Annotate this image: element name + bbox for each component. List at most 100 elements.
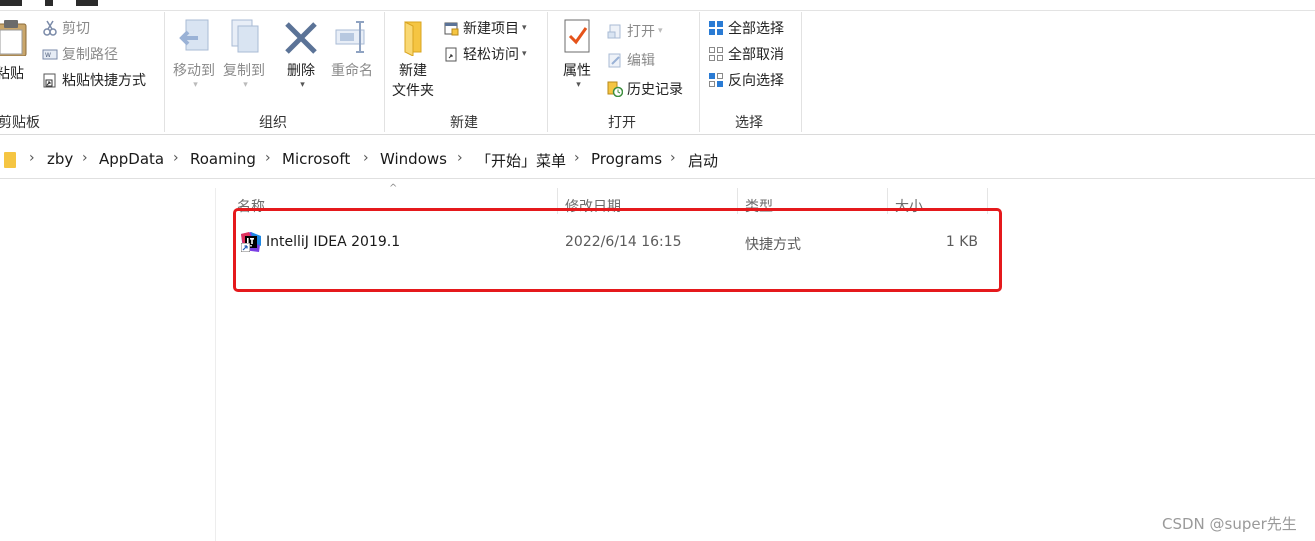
group-divider xyxy=(384,12,385,132)
rename-label: 重命名 xyxy=(331,63,373,79)
copy-path-button[interactable]: W 复制路径 xyxy=(42,43,118,65)
ribbon: 粘贴 剪切 W 复制路径 粘贴快捷方式 剪贴板 移动到 ▾ 复制到 ▾ 删除 ▾… xyxy=(0,0,1315,135)
paste-shortcut-button[interactable]: 粘贴快捷方式 xyxy=(42,69,146,91)
select-none-button[interactable]: 全部取消 xyxy=(708,43,784,65)
open-icon xyxy=(607,24,621,39)
new-item-icon xyxy=(444,22,459,36)
breadcrumb-separator: › xyxy=(173,150,179,166)
breadcrumb-start-menu[interactable]: 「开始」菜单 xyxy=(476,150,566,171)
properties-caret: ▾ xyxy=(576,80,581,90)
folder-icon xyxy=(4,152,16,168)
move-to-icon xyxy=(179,19,209,51)
new-item-caret: ▾ xyxy=(522,23,527,33)
copy-path-label: 复制路径 xyxy=(62,47,118,63)
edit-label: 编辑 xyxy=(627,53,655,69)
select-none-icon xyxy=(709,47,723,61)
breadcrumb-separator: › xyxy=(670,150,676,166)
watermark: CSDN @super先生 xyxy=(1162,515,1297,533)
breadcrumb-windows[interactable]: Windows xyxy=(380,150,447,168)
clipboard-icon xyxy=(0,20,27,57)
new-folder-label-1: 新建 xyxy=(399,63,427,79)
tab-stub xyxy=(45,0,53,6)
invert-selection-button[interactable]: 反向选择 xyxy=(708,69,784,91)
properties-label: 属性 xyxy=(563,63,591,79)
breadcrumb-separator: › xyxy=(29,150,35,166)
rename-icon xyxy=(335,21,365,53)
delete-label: 删除 xyxy=(287,63,315,79)
invert-selection-icon xyxy=(709,73,723,87)
edit-pencil-icon xyxy=(608,53,621,68)
scissors-icon xyxy=(43,20,57,36)
tab-stub xyxy=(0,0,22,6)
easy-access-button[interactable]: 轻松访问 ▾ xyxy=(443,43,527,65)
history-label: 历史记录 xyxy=(627,82,683,98)
paste-label: 粘贴 xyxy=(0,66,24,82)
new-item-label: 新建项目 xyxy=(463,21,519,37)
group-divider xyxy=(699,12,700,132)
group-divider xyxy=(164,12,165,132)
breadcrumb-separator: › xyxy=(265,150,271,166)
copy-to-button[interactable]: 复制到 ▾ xyxy=(220,18,268,90)
highlight-annotation-box xyxy=(233,208,1002,292)
select-group-label: 选择 xyxy=(735,115,763,131)
move-to-label: 移动到 xyxy=(173,63,215,79)
breadcrumb-separator: › xyxy=(82,150,88,166)
address-bar[interactable]: › zby › AppData › Roaming › Microsoft › … xyxy=(0,142,1315,179)
breadcrumb-startup[interactable]: 启动 xyxy=(688,150,718,171)
move-to-caret: ▾ xyxy=(193,80,198,90)
select-all-button[interactable]: 全部选择 xyxy=(708,17,784,39)
properties-check-icon xyxy=(564,19,590,53)
copy-to-caret: ▾ xyxy=(243,80,248,90)
sort-ascending-icon: ^ xyxy=(389,183,398,194)
paste-shortcut-label: 粘贴快捷方式 xyxy=(62,73,146,89)
copy-path-icon: W xyxy=(42,49,58,60)
tab-stub xyxy=(76,0,98,6)
new-folder-button[interactable]: 新建 文件夹 xyxy=(388,18,438,100)
cut-label: 剪切 xyxy=(62,21,90,37)
svg-text:W: W xyxy=(45,52,51,59)
select-none-label: 全部取消 xyxy=(728,47,784,63)
move-to-button[interactable]: 移动到 ▾ xyxy=(170,18,218,90)
breadcrumb-microsoft[interactable]: Microsoft xyxy=(282,150,350,168)
easy-access-icon xyxy=(445,47,457,62)
new-item-button[interactable]: 新建项目 ▾ xyxy=(443,17,527,39)
group-divider xyxy=(801,12,802,132)
easy-access-caret: ▾ xyxy=(522,49,527,59)
invert-selection-label: 反向选择 xyxy=(728,73,784,89)
paste-shortcut-icon xyxy=(43,73,56,88)
edit-button[interactable]: 编辑 xyxy=(607,49,655,71)
delete-button[interactable]: 删除 ▾ xyxy=(280,18,322,90)
easy-access-label: 轻松访问 xyxy=(463,47,519,63)
new-group-label: 新建 xyxy=(450,115,478,131)
breadcrumb-programs[interactable]: Programs xyxy=(591,150,662,168)
cut-button[interactable]: 剪切 xyxy=(42,17,90,39)
new-folder-icon xyxy=(404,21,422,57)
delete-caret: ▾ xyxy=(300,80,305,90)
organize-group-label: 组织 xyxy=(259,115,287,131)
copy-to-label: 复制到 xyxy=(223,63,265,79)
clipboard-group-label: 剪贴板 xyxy=(0,115,40,131)
select-all-icon xyxy=(709,21,723,35)
navigation-pane[interactable] xyxy=(0,188,216,541)
breadcrumb-zby[interactable]: zby xyxy=(47,150,73,168)
group-divider xyxy=(547,12,548,132)
breadcrumb-roaming[interactable]: Roaming xyxy=(190,150,256,168)
open-label: 打开 xyxy=(627,24,655,40)
delete-x-icon xyxy=(285,22,317,54)
breadcrumb-separator: › xyxy=(574,150,580,166)
breadcrumb-separator: › xyxy=(363,150,369,166)
copy-to-icon xyxy=(231,19,259,53)
open-group-label: 打开 xyxy=(608,115,636,131)
history-button[interactable]: 历史记录 xyxy=(607,78,683,100)
history-clock-icon xyxy=(607,81,623,97)
properties-button[interactable]: 属性 ▾ xyxy=(556,18,598,90)
new-folder-label-2: 文件夹 xyxy=(392,83,434,99)
select-all-label: 全部选择 xyxy=(728,21,784,37)
paste-button[interactable]: 粘贴 xyxy=(0,18,28,83)
breadcrumb-separator: › xyxy=(457,150,463,166)
open-caret: ▾ xyxy=(658,26,663,36)
ribbon-tab-strip xyxy=(0,0,1315,11)
rename-button[interactable]: 重命名 xyxy=(328,18,376,80)
breadcrumb-appdata[interactable]: AppData xyxy=(99,150,164,168)
open-button[interactable]: 打开 ▾ xyxy=(607,20,663,42)
